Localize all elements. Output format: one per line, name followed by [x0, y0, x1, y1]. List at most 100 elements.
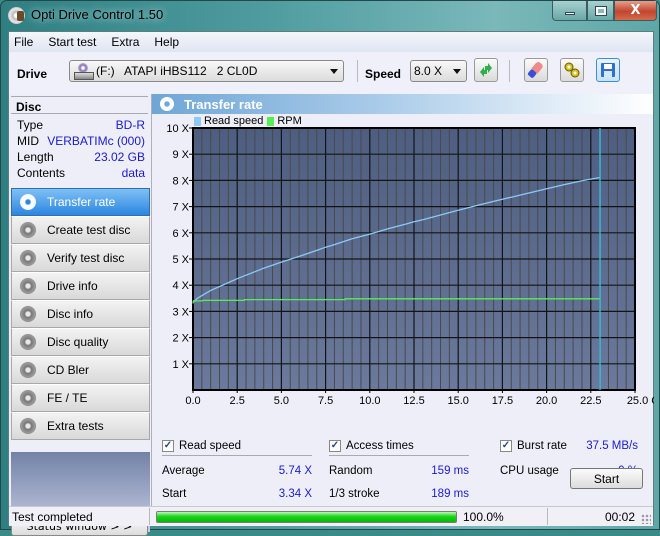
- y-tick-label: 5 X: [172, 254, 189, 266]
- nav-label: Disc quality: [47, 335, 109, 349]
- drive-label: Drive: [17, 67, 48, 81]
- maximize-button[interactable]: [587, 1, 614, 21]
- status-divider: [149, 508, 150, 525]
- disc-row-type: Type BD-R: [11, 118, 148, 134]
- verify-disc-icon: [20, 250, 36, 266]
- access-times-checkbox[interactable]: ✓ Access times: [329, 436, 469, 456]
- nav-transfer-rate[interactable]: Transfer rate: [11, 188, 150, 216]
- title-bar[interactable]: Opti Drive Control 1.50 X: [1, 1, 659, 31]
- client-area: File Start test Extra Help Drive (F:) AT…: [8, 31, 654, 536]
- y-tick-label: 10 X: [166, 123, 189, 135]
- settings-icon: [564, 62, 580, 78]
- nav-verify-test-disc[interactable]: Verify test disc: [11, 244, 150, 272]
- burst-rate-value: 37.5 MB/s: [586, 440, 638, 452]
- drive-select[interactable]: (F:) ATAPI iHBS112 2 CL0D: [69, 60, 344, 82]
- x-tick-label: 12.5: [403, 395, 424, 407]
- transfer-rate-chart: 1 X 2 X 3 X 4 X 5 X 6 X 7 X 8 X 9 X 10 X 0.0 2.5 5.0…: [166, 123, 654, 407]
- nav-disc-quality[interactable]: Disc quality: [11, 328, 150, 356]
- nav-label: Extra tests: [47, 419, 104, 433]
- status-bar: Test completed 100.0% 00:02: [9, 506, 653, 526]
- disc-label: Type: [17, 118, 44, 132]
- y-tick-label: 3 X: [172, 306, 189, 318]
- x-tick-label: 15.0: [447, 395, 468, 407]
- checkbox-label: Read speed: [179, 439, 242, 452]
- disc-value: VERBATIMc (000): [47, 134, 145, 148]
- stat-value: 3.34 X: [278, 487, 312, 500]
- nav-drive-info[interactable]: Drive info: [11, 272, 150, 300]
- x-tick-label: 2.5: [230, 395, 245, 407]
- resize-grip-icon[interactable]: [641, 514, 651, 524]
- nav-fe-te[interactable]: FE / TE: [11, 384, 150, 412]
- disc-quality-icon: [20, 334, 36, 350]
- save-button[interactable]: [596, 58, 620, 82]
- stat-value: 189 ms: [431, 487, 469, 500]
- menu-extra[interactable]: Extra: [111, 34, 139, 50]
- stat-value: 159 ms: [431, 464, 469, 477]
- y-tick-label: 9 X: [172, 149, 189, 161]
- chevron-down-icon: [330, 69, 338, 74]
- close-icon: X: [630, 3, 641, 18]
- menu-start-test[interactable]: Start test: [48, 34, 96, 50]
- nav-label: FE / TE: [47, 391, 88, 405]
- transfer-rate-panel: Transfer rate Read speed RPM 1 X2 X3 X4 …: [151, 94, 654, 523]
- x-tick-label: 20.0: [536, 395, 557, 407]
- window-title: Opti Drive Control 1.50: [31, 7, 164, 22]
- minimize-button[interactable]: [552, 1, 587, 21]
- stat-random: Random 159 ms: [329, 459, 469, 482]
- checkbox-label: Burst rate: [517, 440, 567, 452]
- erase-button[interactable]: [524, 58, 548, 82]
- fe-te-icon: [20, 390, 36, 406]
- progress-percent: 100.0%: [463, 510, 504, 524]
- disc-row-length: Length 23.02 GB: [11, 150, 148, 166]
- stat-label: CPU usage: [500, 464, 559, 477]
- nav-label: Drive info: [47, 279, 98, 293]
- stat-label: 1/3 stroke: [329, 487, 380, 500]
- nav-cd-bler[interactable]: CD Bler: [11, 356, 150, 384]
- x-tick-label: 0.0: [185, 395, 200, 407]
- y-tick-label: 8 X: [172, 175, 189, 187]
- speed-select-value: 8.0 X: [414, 64, 443, 78]
- toolbar-separator: [509, 60, 510, 82]
- chevron-down-icon: [453, 69, 461, 74]
- drive-info-icon: [20, 278, 36, 294]
- status-text: Test completed: [12, 510, 93, 524]
- progress-fill: [157, 512, 456, 522]
- nav-extra-tests[interactable]: Extra tests: [11, 412, 150, 440]
- burst-rate-row: ✓ Burst rate 37.5 MB/s: [500, 436, 638, 456]
- y-tick-label: 4 X: [172, 280, 189, 292]
- nav-disc-info[interactable]: Disc info: [11, 300, 150, 328]
- stat-start: Start 3.34 X: [162, 482, 312, 505]
- disc-value: BD-R: [115, 118, 145, 132]
- menu-bar: File Start test Extra Help: [9, 32, 653, 52]
- refresh-button[interactable]: [474, 58, 498, 82]
- nav-create-test-disc[interactable]: Create test disc: [11, 216, 150, 244]
- transfer-rate-icon: [20, 194, 36, 210]
- y-tick-label: 1 X: [172, 359, 189, 371]
- disc-value: data: [121, 166, 145, 180]
- toolbar-separator: [357, 60, 358, 82]
- app-disc-icon: [8, 7, 25, 24]
- extra-tests-icon: [20, 418, 36, 434]
- stat-one-third-stroke: 1/3 stroke 189 ms: [329, 482, 469, 505]
- toolbar: Drive (F:) ATAPI iHBS112 2 CL0D Speed 8.…: [9, 52, 653, 94]
- menu-help[interactable]: Help: [154, 34, 179, 50]
- disc-info-table: Type BD-R MID VERBATIMc (000) Length 23.02 …: [11, 118, 148, 182]
- start-button[interactable]: Start: [570, 468, 643, 489]
- x-tick-label: 25.0 GB: [627, 395, 654, 407]
- x-tick-label: 22.5: [580, 395, 601, 407]
- x-tick-label: 7.5: [318, 395, 333, 407]
- minimize-icon: [564, 11, 575, 15]
- stat-label: Average: [162, 464, 205, 477]
- stat-average: Average 5.74 X: [162, 459, 312, 482]
- settings-button[interactable]: [560, 58, 584, 82]
- checkbox-checked-icon: ✓: [329, 439, 341, 452]
- x-tick-label: 5.0: [274, 395, 289, 407]
- close-button[interactable]: X: [614, 1, 657, 21]
- read-speed-checkbox[interactable]: ✓ Read speed: [162, 436, 312, 456]
- speed-select[interactable]: 8.0 X: [410, 60, 467, 82]
- nav-label: Verify test disc: [47, 251, 125, 265]
- burst-rate-checkbox[interactable]: ✓ Burst rate: [500, 440, 567, 452]
- test-nav: Transfer rate Create test disc Verify te…: [11, 188, 150, 440]
- sidebar: Disc Type BD-R MID VERBATIMc (000) Length 2…: [9, 94, 150, 536]
- menu-file[interactable]: File: [14, 34, 33, 50]
